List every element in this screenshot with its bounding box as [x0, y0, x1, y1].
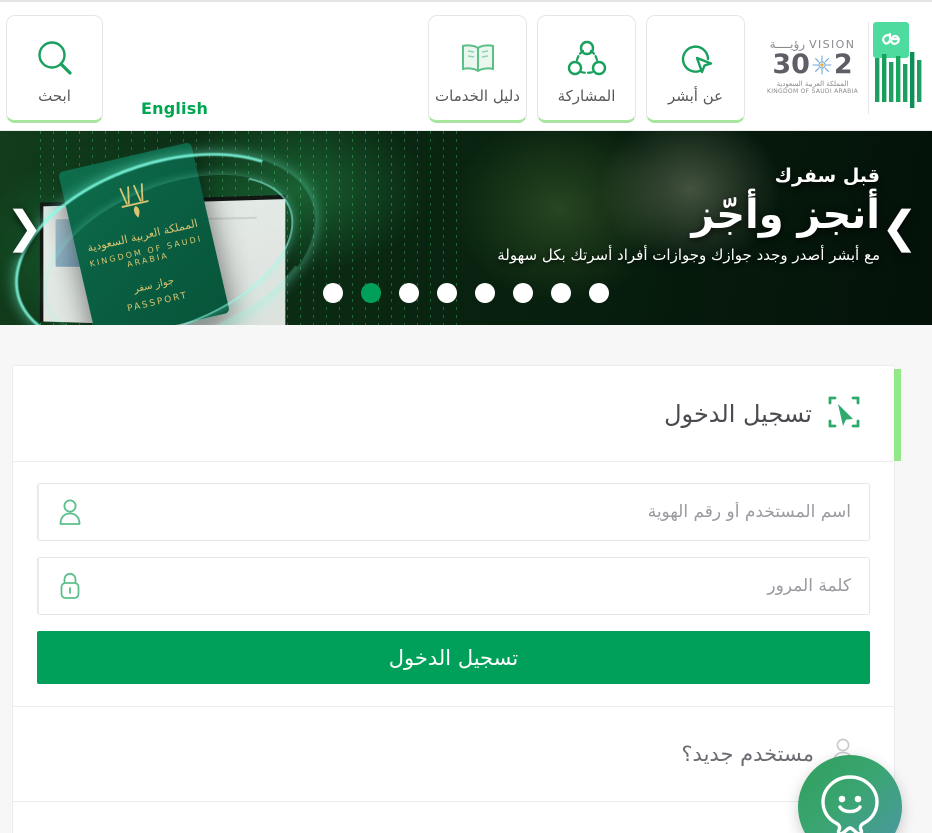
extra-row[interactable] [13, 802, 894, 833]
new-user-label: مستخدم جديد؟ [681, 742, 814, 766]
nav-about-absher[interactable]: عن أبشر [646, 15, 745, 123]
password-field[interactable] [37, 557, 870, 615]
new-user-row[interactable]: مستخدم جديد؟ [13, 707, 894, 802]
header-divider [868, 22, 869, 114]
username-input[interactable] [101, 484, 869, 540]
hero-subtitle: مع أبشر أصدر وجدد جوازك وجوازات أفراد أس… [497, 245, 880, 264]
site-header: ابحث English دليل الخدمات المشاركة عن أب… [0, 0, 932, 131]
language-switch-link[interactable]: English [141, 99, 208, 118]
password-input[interactable] [101, 558, 869, 614]
login-form: تسجيل الدخول [13, 462, 894, 684]
vision-2030-logo: VISION رؤيــــة 2 30 المملكة العربية الس… [760, 38, 865, 100]
user-icon [38, 484, 101, 540]
page-root: ابحث English دليل الخدمات المشاركة عن أب… [0, 0, 932, 833]
carousel-dot[interactable] [361, 283, 381, 303]
vision-year-left: 2 [833, 49, 853, 80]
carousel-dot[interactable] [513, 283, 533, 303]
chat-smiley-icon [813, 768, 887, 833]
nav-share-label: المشاركة [557, 86, 616, 105]
search-icon [33, 33, 77, 85]
carousel-dot[interactable] [399, 283, 419, 303]
hero-kicker: قبل سفرك [774, 165, 880, 187]
carousel-next-arrow[interactable]: ❯ [881, 206, 918, 250]
lock-icon [38, 558, 101, 614]
carousel-dot[interactable] [323, 283, 343, 303]
book-icon [455, 33, 501, 85]
vision-year-right: 30 [772, 49, 810, 80]
hero-carousel[interactable]: المملكة العربية السعودية KINGDOM OF SAUD… [0, 131, 932, 325]
search-button-label: ابحث [38, 86, 71, 105]
carousel-prev-arrow[interactable]: ❮ [6, 206, 43, 250]
username-field[interactable] [37, 483, 870, 541]
search-button[interactable]: ابحث [6, 15, 103, 123]
login-accent-bar [894, 369, 901, 461]
carousel-dot[interactable] [589, 283, 609, 303]
vision-kingdom-en: KINGDOM OF SAUDI ARABIA [766, 88, 859, 95]
absher-logo-bars [873, 52, 925, 110]
carousel-dot[interactable] [551, 283, 571, 303]
login-submit-button[interactable]: تسجيل الدخول [37, 631, 870, 684]
nav-services-guide-label: دليل الخدمات [435, 86, 520, 105]
login-card-header: تسجيل الدخول [13, 366, 901, 462]
vision-emblem-icon [811, 54, 833, 76]
absher-logo[interactable] [873, 22, 925, 114]
vision-kingdom-ar: المملكة العربية السعودية [776, 80, 849, 88]
cursor-select-icon [826, 394, 862, 434]
carousel-dot[interactable] [437, 283, 457, 303]
nav-share[interactable]: المشاركة [537, 15, 636, 123]
login-card-title: تسجيل الدخول [664, 399, 812, 428]
about-cursor-icon [673, 33, 719, 85]
nav-services-guide[interactable]: دليل الخدمات [428, 15, 527, 123]
nav-about-absher-label: عن أبشر [667, 86, 724, 105]
carousel-dot[interactable] [475, 283, 495, 303]
share-icon [564, 33, 610, 85]
hero-text-block: قبل سفرك أنجز وأجّز مع أبشر أصدر وجدد جو… [460, 165, 880, 265]
carousel-dots[interactable] [323, 283, 609, 303]
login-card: تسجيل الدخول اسم المستخدم أو رقم الهوية … [12, 365, 901, 833]
hero-title: أنجز وأجّز [691, 191, 880, 238]
